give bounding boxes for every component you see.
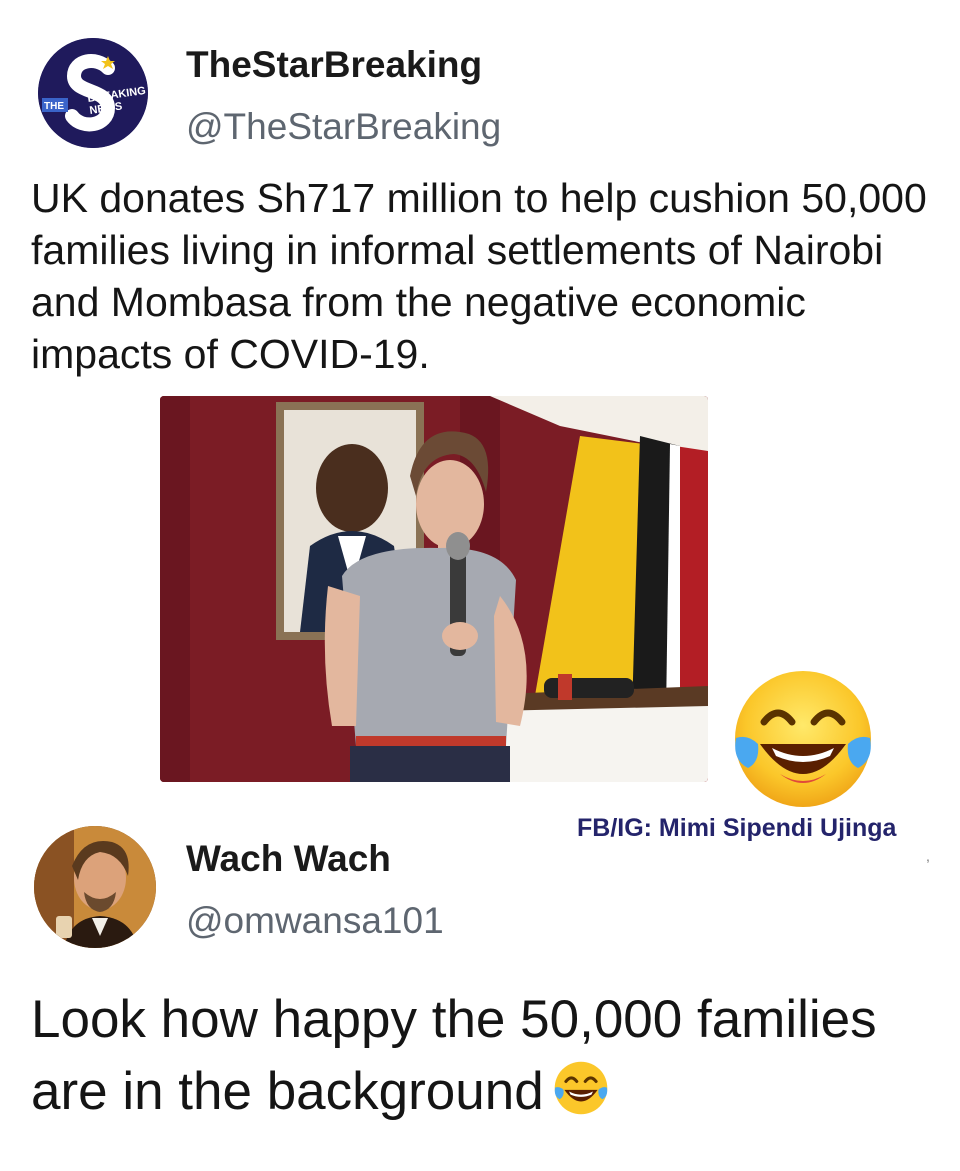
face-with-tears-of-joy-icon [735, 671, 871, 807]
tweet-text: UK donates Sh717 million to help cushion… [31, 175, 927, 377]
face-with-tears-of-joy-icon [554, 1061, 607, 1115]
thestar-avatar[interactable]: THE BREAKING NEWS [38, 38, 148, 148]
thestar-logo-icon: THE BREAKING NEWS [38, 38, 148, 148]
wachwach-avatar[interactable] [34, 826, 156, 948]
press-photo-image [160, 396, 708, 782]
leo-laughing-avatar-icon [34, 826, 156, 948]
author-name[interactable]: TheStarBreaking [186, 44, 482, 86]
reply-text-body: Look how happy the 50,000 families are i… [31, 990, 877, 1121]
reply-author-handle[interactable]: @omwansa101 [186, 900, 444, 942]
reply-author-name[interactable]: Wach Wach [186, 838, 391, 880]
tweet-photo[interactable] [160, 396, 708, 782]
watermark-text: FB/IG: Mimi Sipendi Ujinga [577, 814, 897, 842]
svg-text:THE: THE [44, 101, 64, 112]
author-handle[interactable]: @TheStarBreaking [186, 106, 501, 148]
divider-dot: , [926, 848, 930, 864]
reply-text: Look how happy the 50,000 families are i… [31, 984, 931, 1128]
